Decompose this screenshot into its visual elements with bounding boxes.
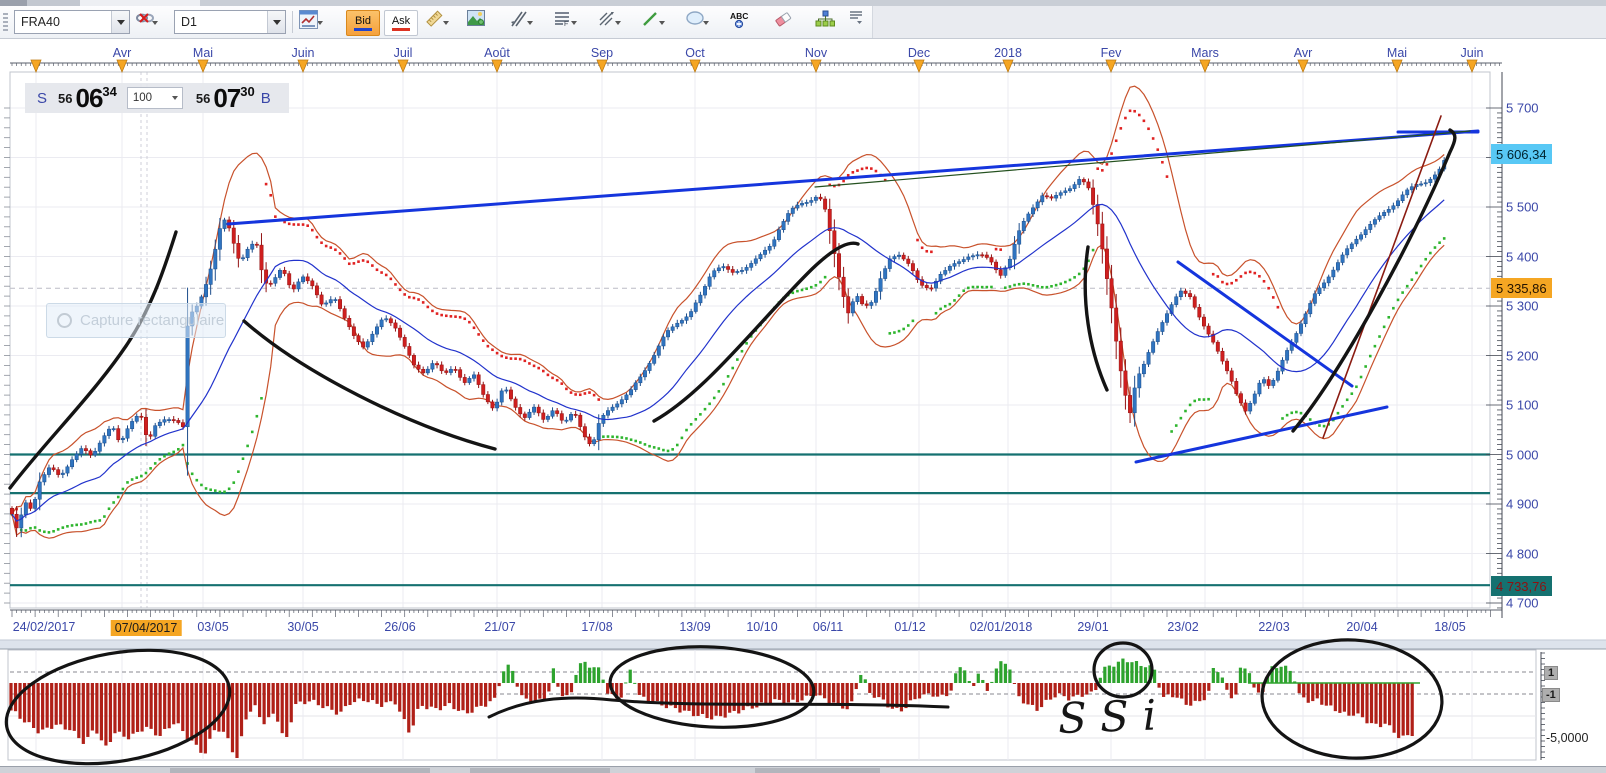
ssi-axis-label: 1 [1544,666,1559,680]
price-tag: 5 335,86 [1491,278,1552,299]
freehand-line[interactable] [652,241,860,423]
ask-price-big[interactable]: 07 [213,83,241,114]
month-marker[interactable] [810,59,822,74]
month-marker[interactable] [689,59,701,74]
capture-icon [57,313,72,328]
scrollbar-thumb[interactable] [470,768,610,773]
buy-label[interactable]: B [261,90,271,107]
month-label: Mai [192,46,214,60]
capture-label: Capture rectangulaire [80,312,225,329]
date-label[interactable]: 22/03 [1258,620,1289,634]
month-label: Août [484,46,510,60]
ssi-axis-label: -1 [1542,688,1560,702]
month-marker[interactable] [297,59,309,74]
scrollbar-thumb[interactable] [170,768,430,773]
month-label: Sep [590,46,614,60]
month-label: Dec [907,46,931,60]
horizontal-scrollbar[interactable] [0,766,1606,773]
candles-layer [10,157,1447,538]
date-label[interactable]: 20/04 [1346,620,1377,634]
month-label: Avr [1293,46,1313,60]
capture-rectangle-button[interactable]: Capture rectangulaire [46,303,226,338]
rulers-layer [4,59,1503,618]
date-label[interactable]: 18/05 [1434,620,1465,634]
date-label-selected[interactable]: 07/04/2017 [110,620,182,636]
month-label: 2018 [994,46,1022,60]
date-label[interactable]: 23/02 [1167,620,1198,634]
date-label[interactable]: 29/01 [1077,620,1108,634]
price-axis-label: 5 400 [1506,249,1539,264]
month-label: Mai [1386,46,1408,60]
scrollbar-thumb[interactable] [755,768,880,773]
month-label: Fev [1100,46,1122,60]
month-marker[interactable] [197,59,209,74]
bid-price-small[interactable]: 56 [58,91,72,106]
price-axis-label: 5 100 [1506,397,1539,413]
ssi-handwriting-annotation: SSi [1057,690,1172,743]
sell-label[interactable]: S [37,90,47,107]
month-marker[interactable] [397,59,409,74]
trendline[interactable] [226,129,1480,226]
bollinger-bands-layer [11,85,1445,539]
freehand-annotations-layer [8,128,1457,490]
month-marker[interactable] [913,59,925,74]
date-label[interactable]: 21/07 [484,620,515,634]
date-label[interactable]: 30/05 [287,620,318,634]
date-label[interactable]: 06/11 [813,620,843,634]
date-label[interactable]: 02/01/2018 [970,620,1033,634]
month-label: Oct [685,46,705,60]
price-axis-label: 5 200 [1506,348,1539,363]
price-axis-label: 5 000 [1506,447,1539,462]
freehand-line[interactable] [242,319,497,451]
date-label[interactable]: 24/02/2017 [13,620,76,634]
month-marker[interactable] [1297,59,1309,74]
month-marker[interactable] [491,59,503,74]
date-label[interactable]: 26/06 [384,620,415,634]
month-label: Avr [112,46,132,60]
bid-price-sup[interactable]: 34 [102,84,116,99]
month-marker[interactable] [1466,59,1478,74]
support-lines-layer [10,453,1490,587]
trading-platform-window: FRA40 D1 Bid Ask F ABC Avr Mai Juin Juil… [0,0,1606,773]
date-label[interactable]: 01/12 [894,620,925,634]
month-marker[interactable] [1002,59,1014,74]
month-marker[interactable] [1105,59,1117,74]
quote-panel: S 56 06 34 100 56 07 30 B [25,83,289,113]
month-label: Nov [804,46,828,60]
main-chart-canvas[interactable] [0,0,1606,773]
date-label[interactable]: 03/05 [197,620,228,634]
month-label: Juin [291,46,315,60]
trendline[interactable] [1322,115,1442,439]
size-combobox[interactable]: 100 [126,87,183,109]
date-label[interactable]: 17/08 [581,620,612,634]
freehand-line[interactable] [1291,128,1457,433]
size-caret [171,96,178,100]
bid-price-big[interactable]: 06 [75,83,103,114]
ask-price-sup[interactable]: 30 [240,84,254,99]
trendlines-layer [226,115,1480,464]
price-axis-label: 4 700 [1506,595,1539,611]
ask-price-small[interactable]: 56 [196,91,210,106]
month-label: Juil [393,46,413,60]
ssi-axis-label: -5,0000 [1546,731,1589,745]
size-value: 100 [132,92,153,104]
price-tag: 4 733,76 [1491,576,1552,597]
trendline[interactable] [814,130,1471,188]
price-axis-label: 4 800 [1506,546,1539,561]
month-label: Juin [1460,46,1484,60]
freehand-line[interactable] [8,230,178,490]
price-axis-label: 5 300 [1506,298,1539,314]
price-axis-label: 4 900 [1506,496,1539,512]
date-label[interactable]: 13/09 [679,620,710,634]
price-axis-label: 5 500 [1506,199,1539,215]
price-tag: 5 606,34 [1491,144,1552,165]
date-label[interactable]: 10/10 [746,620,777,634]
month-label: Mars [1191,46,1219,60]
price-axis-label: 5 700 [1506,100,1539,116]
